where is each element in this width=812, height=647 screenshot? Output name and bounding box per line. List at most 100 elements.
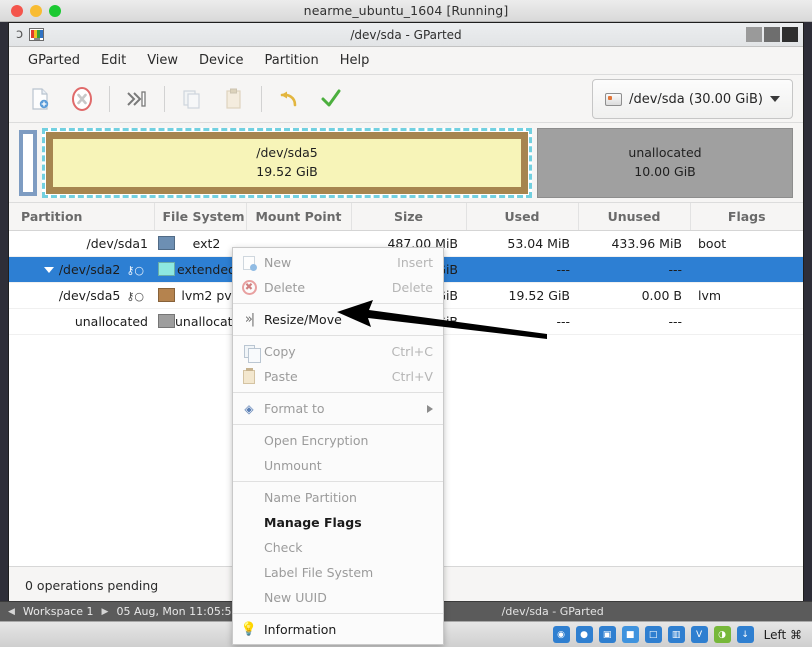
toolbar-separator	[109, 85, 110, 112]
lightbulb-icon: 💡	[240, 622, 258, 637]
ctx-delete: ✖ Delete Delete	[233, 275, 443, 300]
ctx-format-to-label: Format to	[264, 401, 325, 416]
ctx-new: New Insert	[233, 250, 443, 275]
gparted-window-title: /dev/sda - GParted	[350, 27, 462, 42]
ctx-label-file-system-label: Label File System	[264, 565, 374, 580]
harddisk-activity-icon[interactable]: ◉	[552, 626, 570, 643]
ctx-manage-flags[interactable]: Manage Flags	[233, 510, 443, 535]
display-icon[interactable]: □	[644, 626, 662, 643]
cell-flags: boot	[690, 230, 803, 257]
video-capture-icon[interactable]: V	[690, 626, 708, 643]
ctx-resize-move-label: Resize/Move	[264, 312, 342, 327]
menu-separator	[233, 303, 443, 304]
graphic-unallocated[interactable]: unallocated 10.00 GiB	[537, 127, 793, 198]
usb-devices-icon[interactable]: ▥	[667, 626, 685, 643]
device-selector-label: /dev/sda (30.00 GiB)	[629, 91, 763, 107]
menu-device[interactable]: Device	[190, 50, 252, 71]
optical-disk-icon[interactable]: ●	[575, 626, 593, 643]
paste-button[interactable]	[213, 79, 255, 119]
ctx-new-uuid-label: New UUID	[264, 590, 327, 605]
ctx-resize-move[interactable]: »| Resize/Move	[233, 307, 443, 332]
delete-circle-icon	[72, 86, 92, 111]
copy-button[interactable]	[171, 79, 213, 119]
close-button[interactable]	[782, 27, 798, 42]
key-icon: ⚷○	[126, 264, 144, 277]
ctx-unmount: Unmount	[233, 453, 443, 478]
column-header-mount-point[interactable]: Mount Point	[246, 203, 352, 231]
workspace-prev-icon[interactable]: ◀	[8, 607, 15, 617]
column-header-unused[interactable]: Unused	[578, 203, 691, 231]
ctx-name-partition-label: Name Partition	[264, 490, 357, 505]
undo-arrow-icon	[280, 91, 297, 106]
menu-help[interactable]: Help	[331, 50, 379, 71]
ctx-information[interactable]: 💡 Information	[233, 617, 443, 642]
cell-partition: /dev/sda5 ⚷○	[9, 282, 154, 309]
menu-view[interactable]: View	[138, 50, 187, 71]
graphic-partition-sda5[interactable]: /dev/sda5 19.52 GiB	[46, 131, 528, 194]
minimize-button[interactable]	[746, 27, 762, 42]
cell-flags	[690, 256, 803, 283]
network-adapter-icon[interactable]: ▣	[598, 626, 616, 643]
column-header-file-system[interactable]: File System	[154, 203, 247, 231]
maximize-button[interactable]	[764, 27, 780, 42]
mouse-integration-icon[interactable]: ◑	[713, 626, 731, 643]
ctx-copy: Copy Ctrl+C	[233, 339, 443, 364]
menu-separator	[233, 613, 443, 614]
delete-circle-icon: ✖	[241, 280, 257, 295]
ctx-label-file-system: Label File System	[233, 560, 443, 585]
menu-separator	[233, 392, 443, 393]
filesystem-color-swatch	[158, 288, 175, 302]
workspace-next-icon[interactable]: ▶	[102, 607, 109, 617]
resize-move-icon: »|	[244, 312, 255, 327]
ctx-paste-label: Paste	[264, 369, 298, 384]
device-selector[interactable]: /dev/sda (30.00 GiB)	[592, 79, 793, 119]
ctx-check: Check	[233, 535, 443, 560]
submenu-arrow-icon	[427, 404, 433, 413]
graphic-sda5-name: /dev/sda5	[256, 145, 318, 161]
ctx-copy-label: Copy	[264, 344, 296, 359]
cell-partition: /dev/sda2 ⚷○	[9, 256, 154, 283]
graphic-unallocated-name: unallocated	[628, 145, 702, 161]
resize-move-icon	[127, 90, 146, 107]
shared-folders-icon[interactable]: ■	[621, 626, 639, 643]
chevron-down-icon	[770, 96, 780, 102]
column-header-partition[interactable]: Partition	[9, 203, 155, 231]
ctx-paste-accelerator: Ctrl+V	[391, 369, 433, 384]
apply-button[interactable]	[310, 79, 352, 119]
column-header-size[interactable]: Size	[351, 203, 467, 231]
graphic-unallocated-size: 10.00 GiB	[634, 163, 696, 179]
menu-edit[interactable]: Edit	[92, 50, 135, 71]
paste-icon	[243, 367, 255, 384]
cell-unused: 433.96 MiB	[578, 230, 690, 257]
ctx-delete-label: Delete	[264, 280, 306, 295]
menu-gparted[interactable]: GParted	[19, 50, 89, 71]
checkmark-icon	[321, 89, 341, 106]
ctx-name-partition: Name Partition	[233, 485, 443, 510]
new-partition-button[interactable]	[19, 79, 61, 119]
filesystem-color-swatch	[158, 236, 175, 250]
copy-icon	[183, 89, 200, 109]
operations-pending-label: 0 operations pending	[25, 578, 159, 593]
column-header-used[interactable]: Used	[466, 203, 579, 231]
key-icon: ⚷○	[126, 290, 144, 303]
table-header-row: Partition File System Mount Point Size U…	[9, 203, 803, 231]
menu-separator	[233, 481, 443, 482]
host-key-indicator-icon[interactable]: ↓	[736, 626, 754, 643]
undo-button[interactable]	[268, 79, 310, 119]
workspace-label[interactable]: Workspace 1	[23, 605, 94, 618]
expander-triangle-icon[interactable]	[43, 267, 54, 273]
delete-partition-button[interactable]	[61, 79, 103, 119]
ctx-unmount-label: Unmount	[264, 458, 322, 473]
menu-partition[interactable]: Partition	[256, 50, 328, 71]
virtualbox-window: nearme_ubuntu_1604 [Running] ɔ /dev/sda …	[0, 0, 812, 647]
paste-icon	[226, 88, 241, 109]
resize-move-button[interactable]	[116, 79, 158, 119]
menu-separator	[233, 424, 443, 425]
vbox-titlebar: nearme_ubuntu_1604 [Running]	[0, 0, 812, 22]
gparted-titlebar: ɔ /dev/sda - GParted	[9, 23, 803, 47]
column-header-flags[interactable]: Flags	[690, 203, 803, 231]
ctx-open-encryption-label: Open Encryption	[264, 433, 369, 448]
clock-label: 05 Aug, Mon 11:05:51	[116, 605, 239, 618]
graphic-partition-sda1[interactable]	[19, 129, 37, 196]
graphic-partition-sda2-selected[interactable]: /dev/sda5 19.52 GiB	[42, 127, 532, 198]
